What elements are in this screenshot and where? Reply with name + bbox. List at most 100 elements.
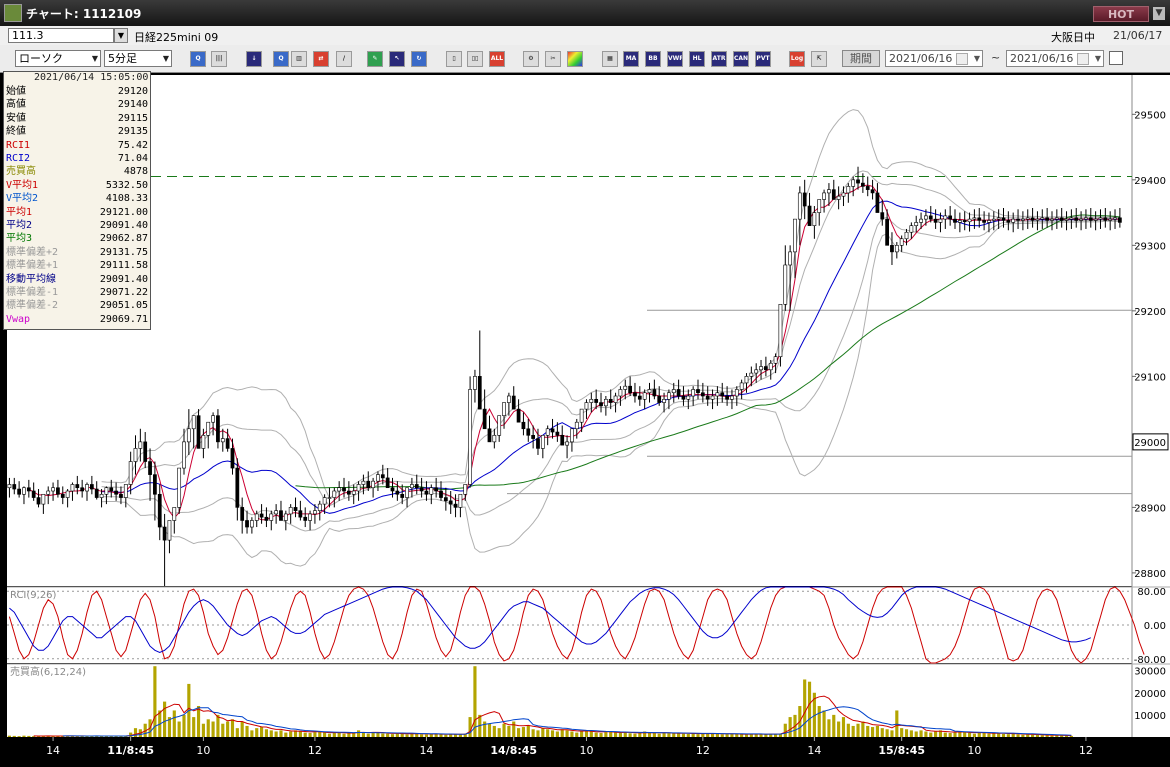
volume-bar [837,721,841,737]
symbol-dropdown-icon[interactable]: ▼ [114,28,128,43]
candle-body [991,218,996,221]
chevron-down-icon[interactable]: ▼ [974,51,980,66]
pvt-icon[interactable]: PVT [755,51,771,67]
candle-body [288,507,293,515]
cursor-icon[interactable]: ↖ [389,51,405,67]
price-tick-label: 28800 [1134,569,1166,580]
compare-icon[interactable]: ⇄ [313,51,329,67]
volume-bar [1050,735,1054,737]
volume-bar [788,717,792,737]
data-row-value: 29062.87 [99,233,148,245]
candle-body [725,395,729,400]
candle-body [783,264,788,305]
candle-body [51,487,55,492]
candle-body [463,484,468,495]
candle-body [778,303,783,358]
color-icon[interactable] [567,51,583,67]
all-icon[interactable]: ALL [489,51,505,67]
calendar-icon[interactable] [956,53,968,65]
volume-bar [744,734,749,737]
candle-body [540,435,545,449]
volume-bar [963,732,967,737]
volume-bar [458,734,462,737]
data-row-value: 71.04 [117,153,148,164]
volume-bar [27,735,31,737]
time-tick-label: 14 [46,744,60,757]
interval-select[interactable]: 5分足 ▼ [104,50,172,67]
volume-bar [1011,733,1015,737]
candle-body [797,192,802,220]
data-row-value: 5332.50 [105,179,148,191]
chevron-down-icon[interactable]: ▼ [1095,51,1101,66]
candle-body [245,520,249,528]
candle-body [924,215,928,220]
volume-bar [381,733,385,737]
candle-body [94,488,99,498]
volume-bar [444,734,448,737]
candle-body [482,408,487,430]
indicator-icon[interactable]: ▦ [602,51,618,67]
chart-type-select[interactable]: ローソク ▼ [15,50,101,67]
candle-body [841,192,846,197]
date-to-value: 2021/06/16 [1010,52,1074,65]
candle-body [686,395,691,400]
wrench-icon[interactable]: ✂ [545,51,561,67]
range-checkbox[interactable] [1109,51,1123,65]
zoom-in-icon[interactable]: Q [190,51,206,67]
ma-icon[interactable]: MA [623,51,639,67]
period-button[interactable]: 期間 [842,50,880,67]
rotate-icon[interactable]: ↻ [411,51,427,67]
date-from-input[interactable]: 2021/06/16 ▼ [885,50,983,67]
data-window-row: 売買高 4878 [6,165,148,178]
candle-body [599,402,603,407]
candle-body [943,215,948,220]
candle-body [933,218,938,223]
log-icon[interactable]: Log [789,51,805,67]
candle-body [356,484,361,492]
volume-bar [400,733,404,737]
export-icon[interactable]: ⇱ [811,51,827,67]
candle-body [647,389,652,394]
candle-body [414,484,419,489]
volume-bar [1040,735,1044,737]
symbol-code-input[interactable]: 111.3 [8,28,114,43]
candle-body [477,376,482,410]
atr-icon[interactable]: ATR [711,51,727,67]
settings-icon[interactable]: ⚙ [523,51,539,67]
calendar-icon[interactable] [1077,53,1089,65]
line-tool-icon[interactable]: / [336,51,352,67]
volume-bar [492,725,496,737]
volume-bar [696,734,700,737]
date-to-input[interactable]: 2021/06/16 ▼ [1006,50,1104,67]
volume-bar [725,734,729,737]
hot-button[interactable]: HOT [1093,6,1149,22]
bb-icon[interactable]: BB [645,51,661,67]
toolbar: ローソク ▼ 5分足 ▼ Q ||| ↓ Q ▥ ⇄ / ✎ ↖ ↻ ▯ ▯▯ ALL ⚙ ✂ ▦ MA BB VW… [0,45,1170,73]
candle-body [177,467,182,508]
chart-area: 28800 28900 29000 29100 29200 29300 29400 29500… [0,75,1170,767]
bar-width-icon[interactable]: ||| [211,51,227,67]
hl-icon[interactable]: HL [689,51,705,67]
candle-icon[interactable]: ▯ [446,51,462,67]
data-window-row: Vwap 29069.71 [6,313,148,326]
vwap-icon[interactable]: VWP [667,51,683,67]
hot-dropdown-icon[interactable]: ▼ [1153,7,1165,20]
candle-body [749,372,754,377]
data-window-row: 安値 29115 [6,112,148,125]
candle-body [332,490,337,498]
candle-body [948,215,953,220]
candle-body [235,467,240,508]
candle-pair-icon[interactable]: ▯▯ [467,51,483,67]
volume-bar [260,727,264,737]
candle-body [138,441,143,449]
date-range-separator: ~ [991,51,1001,64]
chart-icon[interactable]: ▥ [291,51,307,67]
volume-bar [681,733,686,737]
pen-icon[interactable]: ✎ [367,51,383,67]
zoom-search-icon[interactable]: Q [273,51,289,67]
candle-stick-icon[interactable]: CAN [733,51,749,67]
volume-bar [919,730,923,737]
download-icon[interactable]: ↓ [246,51,262,67]
volume-bar [861,721,865,737]
volume-bar [575,732,579,737]
